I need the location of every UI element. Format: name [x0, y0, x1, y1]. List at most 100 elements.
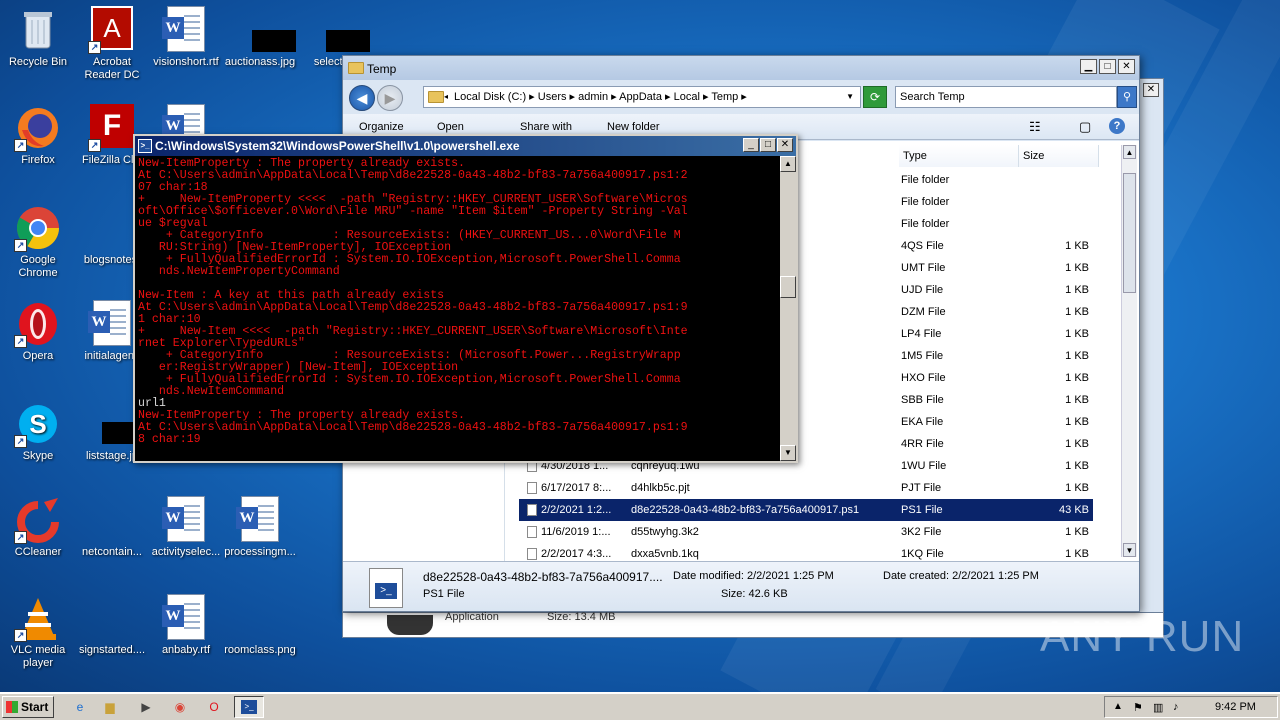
- close-button[interactable]: ✕: [1118, 59, 1135, 74]
- breadcrumb-item[interactable]: Local Disk (C:): [454, 91, 526, 103]
- opera-icon[interactable]: ↗ Opera: [0, 300, 76, 363]
- breadcrumb-item[interactable]: AppData: [619, 91, 662, 103]
- media-player-icon[interactable]: ▶: [136, 698, 156, 716]
- column-size[interactable]: Size: [1019, 145, 1099, 167]
- window-title: Temp: [367, 62, 397, 76]
- anyrun-watermark: ANY RUN: [1040, 612, 1245, 661]
- flag-icon[interactable]: ⚑: [1133, 701, 1143, 714]
- taskbar: Start e ▆ ▶ ◉ O >_ ▲ ⚑ ▥ ♪ 9:42 PM: [0, 692, 1280, 720]
- view-options-icon[interactable]: ☷: [1029, 119, 1041, 135]
- file-name: d8e22528-0a43-48b2-bf83-7a756a400917.ps1: [631, 504, 860, 516]
- background-window[interactable]: ✕: [1138, 78, 1164, 638]
- powershell-icon: >_: [138, 139, 152, 153]
- ie-icon[interactable]: e: [70, 698, 90, 716]
- file-type: HXO File: [901, 372, 946, 384]
- maximize-button[interactable]: □: [760, 138, 776, 152]
- back-button[interactable]: ◀: [349, 85, 375, 111]
- file-type: DZM File: [901, 306, 946, 318]
- breadcrumb-item[interactable]: admin: [578, 91, 608, 103]
- file-row[interactable]: 2/2/2021 1:2... d8e22528-0a43-48b2-bf83-7…: [519, 499, 1093, 521]
- powershell-window[interactable]: >_ C:\Windows\System32\WindowsPowerShell…: [133, 134, 798, 463]
- visionshort-rtf-icon[interactable]: W visionshort.rtf: [148, 6, 224, 69]
- file-size: 1 KB: [1065, 416, 1089, 428]
- explorer-taskbar-icon[interactable]: ▆: [100, 698, 120, 716]
- details-size: Size: 42.6 KB: [721, 588, 788, 600]
- acrobat-reader-icon[interactable]: A ↗ Acrobat Reader DC: [74, 6, 150, 82]
- search-icon[interactable]: ⚲: [1117, 86, 1137, 108]
- file-icon: [527, 548, 537, 560]
- file-size: 1 KB: [1065, 240, 1089, 252]
- address-dropdown-icon[interactable]: ▼: [846, 87, 854, 107]
- volume-icon[interactable]: ♪: [1173, 701, 1179, 713]
- breadcrumb-item[interactable]: Users: [538, 91, 567, 103]
- file-type: SBB File: [901, 394, 944, 406]
- file-type: UJD File: [901, 284, 944, 296]
- chrome-taskbar-icon[interactable]: ◉: [170, 698, 190, 716]
- auctionass-jpg-icon[interactable]: auctionass.jpg: [222, 6, 298, 69]
- file-icon: [527, 482, 537, 494]
- ps1-file-icon: >_: [369, 568, 403, 608]
- breadcrumb: Local Disk (C:) ▸ Users ▸ admin ▸ AppDat…: [454, 91, 747, 103]
- file-size: 43 KB: [1059, 504, 1089, 516]
- powershell-titlebar[interactable]: >_ C:\Windows\System32\WindowsPowerShell…: [135, 136, 796, 156]
- forward-button[interactable]: ▶: [377, 85, 403, 111]
- preview-pane-icon[interactable]: ▢: [1079, 119, 1091, 135]
- minimize-button[interactable]: _: [743, 138, 759, 152]
- file-type: LP4 File: [901, 328, 942, 340]
- folder-icon: [348, 62, 364, 74]
- ccleaner-icon[interactable]: ↗ CCleaner: [0, 496, 76, 559]
- new-folder-button[interactable]: New folder: [607, 121, 660, 133]
- powershell-taskbar-button[interactable]: >_: [234, 696, 264, 718]
- folder-icon: [428, 91, 444, 103]
- file-name: d55twyhg.3k2: [631, 526, 699, 538]
- file-row[interactable]: 6/17/2017 8:... d4hlkb5c.pjt PJT File 1 KB: [519, 477, 1093, 499]
- anbaby-rtf-icon[interactable]: W anbaby.rtf: [148, 594, 224, 657]
- breadcrumb-item[interactable]: Local: [674, 91, 700, 103]
- network-icon[interactable]: ▥: [1153, 701, 1163, 714]
- organize-button[interactable]: Organize: [359, 121, 404, 133]
- address-bar[interactable]: ◂ Local Disk (C:) ▸ Users ▸ admin ▸ AppD…: [423, 86, 861, 108]
- signstarted-icon[interactable]: signstarted....: [74, 594, 150, 657]
- column-type[interactable]: Type: [899, 145, 1019, 167]
- roomclass-png-icon[interactable]: roomclass.png: [222, 594, 298, 657]
- open-button[interactable]: Open: [437, 121, 464, 133]
- explorer-titlebar[interactable]: Temp ▁ □ ✕: [343, 56, 1139, 80]
- help-icon[interactable]: ?: [1109, 118, 1125, 134]
- file-date: 11/6/2019 1:...: [541, 526, 611, 538]
- maximize-button[interactable]: □: [1099, 59, 1116, 74]
- console-scrollbar[interactable]: ▲ ▼: [780, 156, 796, 461]
- close-button[interactable]: ✕: [777, 138, 793, 152]
- file-size: 1 KB: [1065, 460, 1089, 472]
- opera-taskbar-icon[interactable]: O: [204, 698, 224, 716]
- vlc-icon[interactable]: ↗ VLC media player: [0, 594, 76, 670]
- console-error-text: New-ItemProperty : The property already …: [138, 409, 688, 446]
- breadcrumb-chevron-icon[interactable]: ◂: [444, 87, 448, 107]
- file-type: 1M5 File: [901, 350, 944, 362]
- processingm-icon[interactable]: W processingm...: [222, 496, 298, 559]
- file-type: 3K2 File: [901, 526, 942, 538]
- file-list-scrollbar[interactable]: ▲ ▼: [1121, 145, 1137, 557]
- refresh-button[interactable]: ⟳: [863, 86, 887, 108]
- file-row[interactable]: 11/6/2019 1:... d55twyhg.3k2 3K2 File 1 KB: [519, 521, 1093, 543]
- file-size: 1 KB: [1065, 482, 1089, 494]
- tray-expand-icon[interactable]: ▲: [1113, 701, 1123, 712]
- file-type: 1WU File: [901, 460, 947, 472]
- skype-icon[interactable]: S ↗ Skype: [0, 400, 76, 463]
- file-size: 1 KB: [1065, 328, 1089, 340]
- console-output[interactable]: New-ItemProperty : The property already …: [135, 156, 780, 461]
- start-button[interactable]: Start: [2, 696, 54, 718]
- chrome-icon[interactable]: ↗ Google Chrome: [0, 204, 76, 280]
- breadcrumb-item[interactable]: Temp: [711, 91, 738, 103]
- recycle-bin-icon[interactable]: Recycle Bin: [0, 6, 76, 69]
- clock[interactable]: 9:42 PM: [1215, 701, 1256, 713]
- file-size: 1 KB: [1065, 438, 1089, 450]
- windows-logo-icon: [6, 701, 18, 713]
- search-input[interactable]: Search Temp: [895, 86, 1117, 108]
- file-type: 4QS File: [901, 240, 944, 252]
- firefox-icon[interactable]: ↗ Firefox: [0, 104, 76, 167]
- share-with-button[interactable]: Share with: [520, 121, 572, 133]
- file-name: d4hlkb5c.pjt: [631, 482, 690, 494]
- netcontain-icon[interactable]: netcontain...: [74, 496, 150, 559]
- minimize-button[interactable]: ▁: [1080, 59, 1097, 74]
- activityselect-icon[interactable]: W activityselec...: [148, 496, 224, 559]
